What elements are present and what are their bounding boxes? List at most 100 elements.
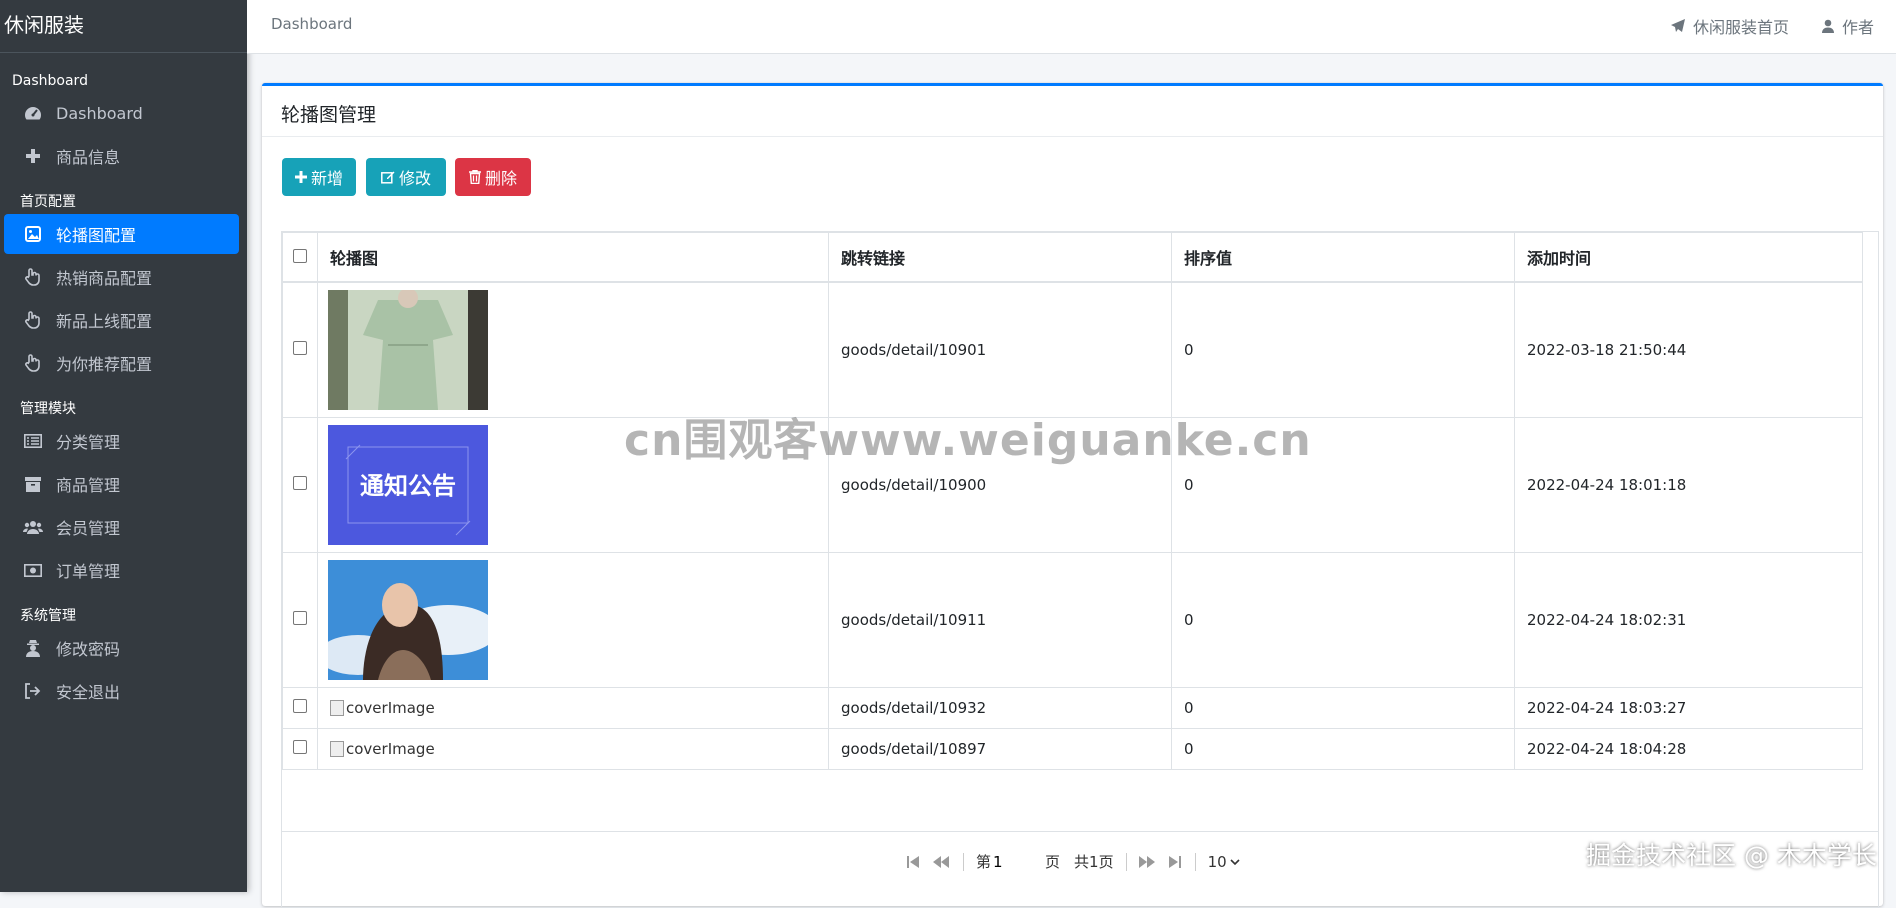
sidebar-item-new-goods-config[interactable]: 新品上线配置 — [4, 300, 239, 340]
order-cell: 0 — [1171, 281, 1515, 418]
sidebar-item-label: 分类管理 — [56, 433, 121, 452]
delete-button[interactable]: 删除 — [455, 158, 531, 196]
sidebar-item-hot-goods-config[interactable]: 热销商品配置 — [4, 257, 239, 297]
row-checkbox[interactable] — [293, 341, 307, 355]
page-number-input[interactable] — [991, 851, 1046, 872]
page-title: 轮播图管理 — [281, 104, 377, 126]
top-navbar: Dashboard 休闲服装首页 作者 — [247, 0, 1896, 54]
notice-banner-text: 通知公告 — [360, 472, 456, 500]
user-icon — [1822, 19, 1834, 33]
sidebar-item-change-password[interactable]: 修改密码 — [4, 628, 239, 668]
table-header-row: 轮播图 跳转链接 排序值 添加时间 — [282, 232, 1863, 283]
table-row[interactable]: goods/detail/10901 0 2022-03-18 21:50:44 — [282, 281, 1863, 418]
time-cell: 2022-04-24 18:02:31 — [1514, 552, 1863, 688]
sidebar-item-label: 商品信息 — [56, 148, 121, 167]
broken-image-icon — [330, 700, 344, 716]
sidebar-item-label: 安全退出 — [56, 683, 121, 702]
link-cell: goods/detail/10932 — [828, 687, 1172, 729]
image-cell: coverImage — [317, 728, 829, 770]
sidebar-item-orders[interactable]: 订单管理 — [4, 550, 239, 590]
column-header-time[interactable]: 添加时间 — [1514, 232, 1863, 283]
image-cell — [317, 281, 829, 418]
order-cell: 0 — [1171, 552, 1515, 688]
first-page-icon[interactable] — [907, 855, 919, 869]
hand-pointer-icon — [22, 352, 44, 374]
author-label: 作者 — [1842, 18, 1875, 37]
sidebar-item-label: 商品管理 — [56, 476, 121, 495]
carousel-management-card: 轮播图管理 新增 修改 删除 轮播图 跳转链接 排序值 添加时间 goods/d… — [262, 83, 1883, 908]
store-home-label: 休闲服装首页 — [1693, 18, 1790, 37]
link-cell: goods/detail/10897 — [828, 728, 1172, 770]
page-size-value: 10 — [1207, 852, 1227, 871]
last-page-icon[interactable] — [1168, 855, 1181, 869]
carousel-image-green-dress — [328, 290, 488, 410]
carousel-table-container: 轮播图 跳转链接 排序值 添加时间 goods/detail/10901 0 2… — [281, 231, 1879, 908]
plus-icon — [294, 171, 307, 183]
time-cell: 2022-04-24 18:03:27 — [1514, 687, 1863, 729]
select-all-checkbox[interactable] — [293, 248, 307, 263]
broken-image-icon — [330, 741, 344, 757]
row-select-cell — [282, 552, 318, 688]
next-page-icon[interactable] — [1138, 855, 1155, 869]
row-checkbox[interactable] — [293, 740, 307, 754]
page-size-select[interactable]: 10 — [1208, 853, 1240, 871]
prev-page-icon[interactable] — [933, 855, 949, 869]
edit-button-label: 修改 — [398, 169, 431, 188]
time-cell: 2022-03-18 21:50:44 — [1514, 281, 1863, 418]
page-prefix: 第 — [976, 853, 992, 871]
plus-icon — [22, 145, 44, 167]
sidebar-item-dashboard[interactable]: Dashboard — [4, 93, 239, 133]
archive-icon — [22, 473, 44, 495]
sidebar-item-label: 会员管理 — [56, 519, 121, 538]
card-header-divider — [262, 136, 1883, 137]
sidebar-item-recommend-config[interactable]: 为你推荐配置 — [4, 343, 239, 383]
table-row[interactable]: coverImage goods/detail/10897 0 2022-04-… — [282, 728, 1863, 770]
add-button[interactable]: 新增 — [282, 158, 356, 196]
carousel-table: 轮播图 跳转链接 排序值 添加时间 goods/detail/10901 0 2… — [282, 232, 1863, 770]
breadcrumb[interactable]: Dashboard — [271, 15, 352, 33]
pager-separator — [1194, 852, 1196, 871]
author-link[interactable]: 作者 — [1822, 14, 1874, 38]
sidebar: 休闲服装 Dashboard Dashboard 商品信息 首页配置 轮播图配置… — [0, 0, 247, 892]
row-select-cell — [282, 687, 318, 729]
sidebar-item-members[interactable]: 会员管理 — [4, 507, 239, 547]
sidebar-item-category[interactable]: 分类管理 — [4, 421, 239, 461]
hand-pointer-icon — [22, 309, 44, 331]
table-row[interactable]: goods/detail/10911 0 2022-04-24 18:02:31 — [282, 552, 1863, 688]
brand-title[interactable]: 休闲服装 — [0, 0, 247, 53]
sidebar-item-goods-info[interactable]: 商品信息 — [4, 136, 239, 176]
hand-pointer-icon — [22, 266, 44, 288]
column-header-link[interactable]: 跳转链接 — [828, 232, 1172, 283]
row-select-cell — [282, 417, 318, 553]
link-cell: goods/detail/10911 — [828, 552, 1172, 688]
sidebar-item-label: 热销商品配置 — [56, 269, 153, 288]
list-icon — [22, 430, 44, 452]
edit-button[interactable]: 修改 — [366, 158, 446, 196]
column-header-image[interactable]: 轮播图 — [317, 232, 829, 283]
image-alt-text: coverImage — [346, 699, 435, 717]
section-title-system: 系统管理 — [20, 608, 76, 624]
row-select-cell — [282, 728, 318, 770]
watermark-corner: 掘金技术社区 @ 木木学长 — [1586, 841, 1877, 870]
broken-image: coverImage — [330, 699, 816, 717]
row-checkbox[interactable] — [293, 699, 307, 713]
table-row[interactable]: coverImage goods/detail/10932 0 2022-04-… — [282, 687, 1863, 729]
link-cell: goods/detail/10901 — [828, 281, 1172, 418]
total-pages: 共1页 — [1074, 853, 1114, 871]
image-alt-text: coverImage — [346, 740, 435, 758]
image-icon — [22, 223, 44, 245]
row-checkbox[interactable] — [293, 611, 307, 625]
sidebar-item-label: 修改密码 — [56, 640, 121, 659]
user-secret-icon — [22, 637, 44, 659]
sidebar-item-goods-manage[interactable]: 商品管理 — [4, 464, 239, 504]
sidebar-item-carousel-config[interactable]: 轮播图配置 — [4, 214, 239, 254]
watermark-center: cn围观客www.weiguanke.cn — [624, 415, 1312, 466]
row-checkbox[interactable] — [293, 476, 307, 490]
order-cell: 0 — [1171, 687, 1515, 729]
store-home-link[interactable]: 休闲服装首页 — [1671, 14, 1789, 38]
broken-image: coverImage — [330, 740, 816, 758]
trash-icon — [468, 170, 481, 184]
column-header-order[interactable]: 排序值 — [1171, 232, 1515, 283]
sidebar-item-logout[interactable]: 安全退出 — [4, 671, 239, 711]
image-cell: coverImage — [317, 687, 829, 729]
